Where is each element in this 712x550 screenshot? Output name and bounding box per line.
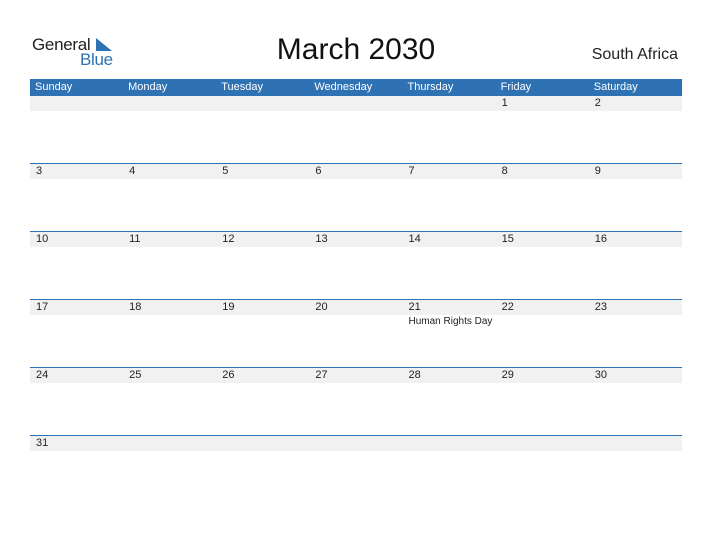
day-number: 9 — [594, 165, 601, 177]
day-number: 27 — [315, 369, 328, 381]
day-number — [496, 436, 589, 451]
day-number: 23 — [594, 301, 607, 313]
week-row: 31 — [30, 435, 682, 503]
holiday-label: Human Rights Day — [408, 316, 493, 327]
day-number: 7 — [408, 165, 415, 177]
weekday-thursday: Thursday — [407, 81, 454, 93]
day-number: 30 — [594, 369, 607, 381]
day-number: 31 — [36, 437, 49, 449]
day-number: 15 — [501, 233, 514, 245]
day-number — [123, 96, 216, 111]
date-strip: 24 25 26 27 28 29 30 — [30, 368, 682, 383]
day-number — [216, 436, 309, 451]
date-strip: 3 4 5 6 7 8 9 — [30, 164, 682, 179]
day-number: 12 — [222, 233, 235, 245]
date-strip: 17 18 19 20 21 22 23 — [30, 300, 682, 315]
day-number: 2 — [594, 97, 601, 109]
day-number: 8 — [501, 165, 508, 177]
day-number: 21 — [408, 301, 421, 313]
weekday-tuesday: Tuesday — [221, 81, 264, 93]
week-row: 3 4 5 6 7 8 9 — [30, 163, 682, 231]
holiday-label — [216, 315, 309, 329]
day-number: 3 — [36, 165, 43, 177]
day-number: 29 — [501, 369, 514, 381]
weekday-header: Sunday Monday Tuesday Wednesday Thursday… — [30, 79, 682, 96]
day-number: 13 — [315, 233, 328, 245]
day-number: 11 — [129, 233, 141, 245]
day-number: 5 — [222, 165, 229, 177]
day-number: 18 — [129, 301, 142, 313]
holiday-label — [496, 315, 589, 329]
day-number: 24 — [36, 369, 49, 381]
day-number — [123, 436, 216, 451]
day-number — [589, 436, 682, 451]
day-number — [403, 96, 496, 111]
day-number — [309, 436, 402, 451]
day-number: 26 — [222, 369, 235, 381]
weekday-monday: Monday — [128, 81, 168, 93]
week-row: 10 11 12 13 14 15 16 — [30, 231, 682, 299]
day-number: 20 — [315, 301, 328, 313]
weekday-wednesday: Wednesday — [314, 81, 373, 93]
date-strip: 12 — [30, 96, 682, 111]
day-number: 25 — [129, 369, 142, 381]
week-row: 24 25 26 27 28 29 30 — [30, 367, 682, 435]
week-row: 17 18 19 20 21 22 23 Human Rights Day — [30, 299, 682, 367]
day-number: 22 — [501, 301, 514, 313]
day-number: 4 — [129, 165, 136, 177]
day-number — [403, 436, 496, 451]
week-row: 12 — [30, 96, 682, 163]
day-number: 16 — [594, 233, 607, 245]
day-number: 14 — [408, 233, 421, 245]
events-row: Human Rights Day — [30, 315, 682, 329]
day-number: 28 — [408, 369, 421, 381]
day-number: 17 — [36, 301, 49, 313]
day-number — [309, 96, 402, 111]
date-strip: 31 — [30, 436, 682, 451]
holiday-label — [589, 315, 682, 329]
day-number: 6 — [315, 165, 322, 177]
weeks-container: 1 2 3 4 5 6 7 8 9 10 11 12 13 14 15 16 17 18 19 20 21 22 23 Hum… — [30, 96, 682, 503]
holiday-label — [123, 315, 216, 329]
day-number — [30, 96, 123, 111]
weekday-saturday: Saturday — [593, 81, 638, 93]
date-strip: 10 11 12 13 14 15 16 — [30, 232, 682, 247]
calendar-grid: Sunday Monday Tuesday Wednesday Thursday… — [30, 79, 682, 503]
day-number: 1 — [501, 97, 508, 109]
holiday-label — [309, 315, 402, 329]
country-label: South Africa — [591, 46, 678, 63]
day-number: 10 — [36, 233, 49, 245]
day-number — [216, 96, 309, 111]
holiday-label — [30, 315, 123, 329]
weekday-friday: Friday — [500, 81, 532, 93]
weekday-sunday: Sunday — [35, 81, 73, 93]
day-number: 19 — [222, 301, 235, 313]
